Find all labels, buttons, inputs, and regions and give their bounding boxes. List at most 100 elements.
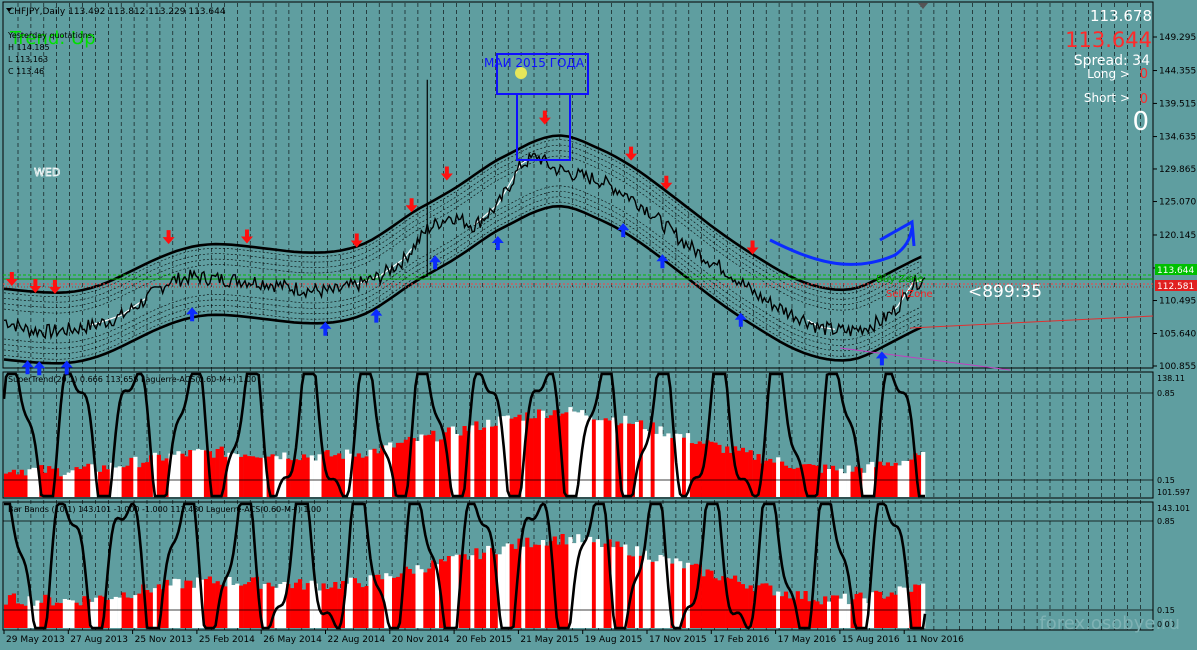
histogram-bar	[811, 464, 816, 497]
histogram-bar	[509, 418, 514, 497]
yesterday-high: H 114.185	[8, 43, 50, 52]
histogram-bar	[125, 597, 130, 628]
histogram-bar	[180, 588, 185, 628]
histogram-bar	[266, 582, 271, 628]
histogram-bar	[152, 588, 158, 628]
histogram-bar	[482, 427, 487, 497]
histogram-bar	[584, 538, 589, 628]
histogram-bar	[58, 603, 64, 628]
histogram-bar	[595, 420, 600, 497]
histogram-bar	[568, 407, 573, 497]
histogram-bar	[215, 449, 220, 497]
histogram-bar	[200, 449, 205, 497]
histogram-bar	[525, 537, 530, 628]
price-tick-label: 125.070	[1159, 198, 1196, 208]
histogram-bar	[137, 467, 142, 497]
histogram-bar	[239, 585, 244, 628]
histogram-bar	[235, 583, 240, 628]
chart-shift-icon[interactable]	[918, 3, 928, 9]
histogram-bar	[780, 461, 785, 497]
histogram-bar	[897, 465, 902, 497]
histogram-bar	[881, 598, 887, 628]
histogram-bar	[11, 469, 16, 497]
histogram-bar	[160, 460, 165, 497]
histogram-bar	[760, 583, 765, 628]
histogram-bar	[250, 577, 256, 628]
histogram-bar	[188, 450, 193, 497]
histogram-bar	[662, 436, 667, 497]
histogram-bar	[736, 581, 742, 628]
histogram-bar	[756, 585, 761, 628]
histogram-bar	[247, 456, 252, 497]
histogram-bar	[356, 583, 361, 628]
histogram-bar	[247, 582, 252, 628]
histogram-bar	[795, 467, 800, 497]
histogram-bar	[885, 596, 890, 628]
annotation-inner-box[interactable]	[516, 93, 571, 161]
price-tick-label: 139.515	[1159, 99, 1196, 109]
histogram-bar	[529, 547, 534, 628]
histogram-bar	[470, 555, 475, 628]
histogram-bar	[838, 468, 843, 497]
price-tick-label: 110.495	[1159, 297, 1196, 307]
price-highlight-segment	[90, 298, 146, 326]
histogram-bar	[176, 579, 181, 628]
price-tick-label: 144.355	[1159, 67, 1196, 77]
histogram-bar	[689, 443, 695, 497]
total-orders-value: 0	[1132, 107, 1149, 137]
histogram-bar	[227, 577, 232, 628]
time-tick-label: 29 May 2013	[6, 635, 65, 645]
histogram-bar	[450, 556, 455, 628]
histogram-bar	[697, 441, 702, 497]
histogram-bar	[572, 411, 577, 497]
time-tick-label: 25 Feb 2014	[199, 635, 255, 645]
histogram-bar	[783, 465, 789, 497]
histogram-bar	[82, 596, 87, 628]
histogram-bar	[650, 561, 655, 628]
histogram-bar	[834, 595, 840, 628]
price-envelope-bands	[3, 79, 926, 365]
histogram-bar	[415, 441, 420, 497]
histogram-bar	[172, 578, 177, 628]
subwindow1-level-high: 0.85	[1157, 389, 1175, 398]
histogram-bar	[380, 445, 385, 497]
histogram-bar	[172, 454, 177, 497]
subwindow1-level-low: 0.15	[1157, 476, 1175, 485]
histogram-bar	[7, 595, 13, 628]
time-axis[interactable]: 29 May 2013 27 Aug 2013 25 Nov 2013 25 Feb …	[3, 630, 964, 645]
yesterday-close: C 113.46	[8, 67, 44, 76]
histogram-bar	[878, 461, 883, 497]
histogram-bar	[231, 585, 236, 628]
histogram-bar	[823, 596, 828, 628]
histogram-bar	[490, 426, 495, 497]
price-axis[interactable]: 149.295 144.355 139.515 134.635 129.865 125.0…	[1153, 33, 1196, 372]
sell-arrow-icon	[538, 110, 551, 125]
histogram-bar	[117, 466, 122, 497]
long-value: 0	[1140, 67, 1148, 82]
histogram-bar	[325, 589, 330, 628]
time-tick-label: 17 May 2016	[778, 635, 837, 645]
time-tick-label: 22 Aug 2014	[328, 635, 386, 645]
histogram-bar	[521, 546, 526, 628]
histogram-bar	[356, 453, 361, 497]
histogram-bar	[529, 418, 534, 497]
histogram-bar	[192, 587, 197, 628]
histogram-bar	[474, 421, 479, 497]
histogram-bar	[635, 546, 640, 628]
histogram-bar	[881, 465, 887, 497]
histogram-bar	[329, 456, 334, 497]
histogram-bar	[560, 534, 565, 628]
histogram-bar	[780, 596, 785, 628]
histogram-bar	[47, 466, 52, 497]
subwindow1-title: SuperTrend(20,1) 0.666 113.656 Laguerre-…	[8, 375, 256, 384]
histogram-bar	[188, 580, 193, 628]
histogram-bar	[921, 452, 926, 497]
histogram-bar	[803, 591, 808, 628]
histogram-bar	[462, 554, 467, 628]
histogram-bar	[866, 464, 871, 497]
histogram-bar	[717, 580, 722, 628]
histogram-bar	[43, 472, 48, 497]
histogram-bar	[611, 417, 616, 497]
histogram-bar	[501, 546, 506, 628]
mt4-chart-window[interactable]: МАИ 2015 ГОДА CHFJPY,Daily 113.492 113.8…	[0, 0, 1197, 650]
